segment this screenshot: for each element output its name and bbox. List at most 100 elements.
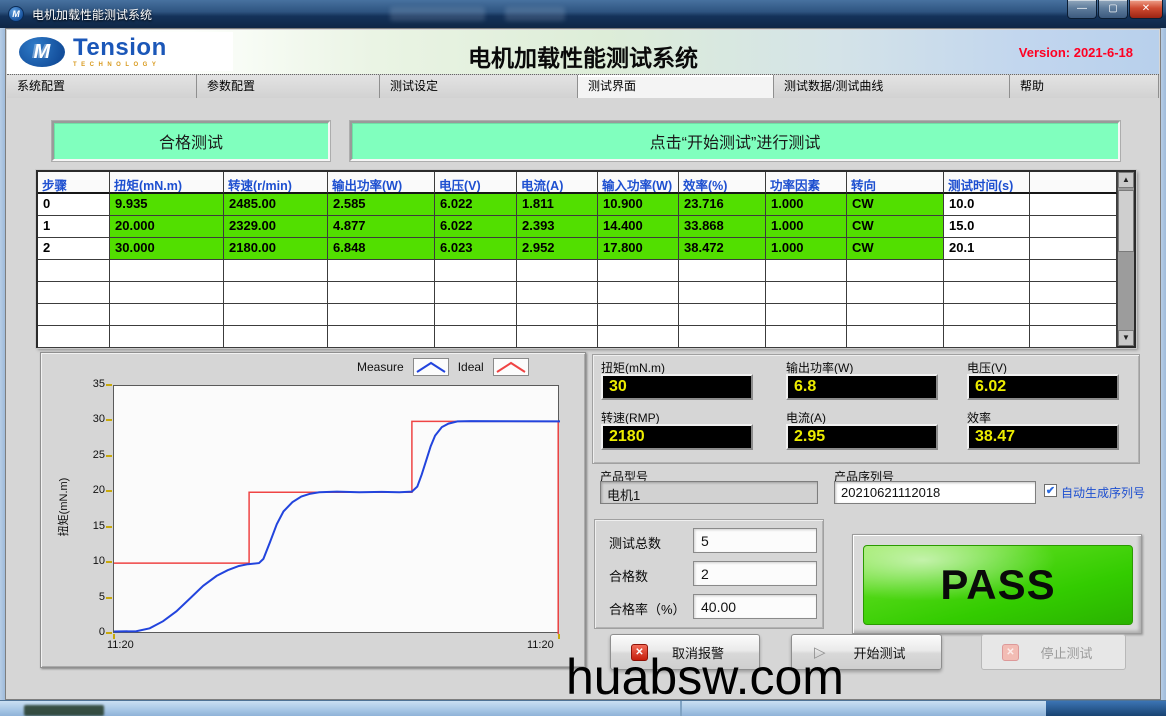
table-cell-empty (110, 326, 224, 348)
table-cell-empty (435, 260, 517, 282)
close-button[interactable]: ✕ (1129, 0, 1163, 19)
serial-field[interactable]: 20210621112018 (834, 481, 1036, 504)
logo-m-icon: M (19, 37, 65, 67)
table-cell-empty (110, 260, 224, 282)
scroll-down-icon[interactable]: ▼ (1118, 330, 1134, 346)
stat-label: 合格率（%） (609, 599, 686, 618)
table-cell-empty (1030, 326, 1117, 348)
table-cell-empty (1030, 260, 1117, 282)
table-cell-empty (766, 260, 847, 282)
title-bar: M 电机加载性能测试系统 — ▢ ✕ (0, 0, 1166, 28)
auto-serial-checkbox[interactable]: ✔ (1044, 484, 1057, 497)
measure-line (114, 421, 560, 631)
table-cell-empty (598, 260, 679, 282)
table-cell: CW (847, 194, 944, 216)
table-cell-empty (328, 260, 435, 282)
table-cell-empty (944, 282, 1030, 304)
pass-indicator-lamp: PASS (863, 545, 1133, 625)
table-cell (1030, 194, 1117, 216)
table-header-cell: 转速(r/min) (224, 172, 328, 194)
minimize-button[interactable]: — (1067, 0, 1097, 19)
table-scrollbar[interactable]: ▲ ▼ (1117, 172, 1134, 346)
scroll-thumb[interactable] (1118, 190, 1134, 252)
readout-lcd: 6.02 (967, 374, 1119, 400)
table-cell: 2.393 (517, 216, 598, 238)
ideal-line (114, 421, 558, 634)
bottom-frame-dark-segment (1046, 701, 1166, 716)
table-header-cell: 效率(%) (679, 172, 766, 194)
y-tick-label: 10 (79, 555, 105, 567)
table-cell-empty (517, 260, 598, 282)
window-frame-right (1161, 28, 1166, 700)
chart-legend: Measure Ideal (357, 358, 529, 376)
table-cell: 6.022 (435, 216, 517, 238)
brand-name: Tension (73, 36, 167, 60)
y-tick-icon (106, 597, 112, 599)
y-tick-label: 5 (79, 591, 105, 603)
legend-measure-label: Measure (357, 360, 404, 374)
tab-test-interface[interactable]: 测试界面 (578, 75, 774, 98)
table-cell-empty (944, 260, 1030, 282)
table-cell: 9.935 (110, 194, 224, 216)
checkmark-icon: ✔ (1046, 485, 1055, 497)
table-cell: 1.000 (766, 216, 847, 238)
tab-system-config[interactable]: 系统配置 (7, 75, 197, 98)
readout-lcd: 6.8 (786, 374, 938, 400)
stat-field: 40.00 (693, 594, 817, 619)
tab-help[interactable]: 帮助 (1010, 75, 1159, 98)
scroll-up-icon[interactable]: ▲ (1118, 172, 1134, 188)
table-cell-empty (944, 326, 1030, 348)
tab-parameter-config[interactable]: 参数配置 (197, 75, 380, 98)
table-cell: CW (847, 216, 944, 238)
table-cell: 23.716 (679, 194, 766, 216)
table-cell: 1.811 (517, 194, 598, 216)
table-cell-empty (517, 326, 598, 348)
watermark: huabsw.com (566, 648, 844, 706)
table-cell: 10.900 (598, 194, 679, 216)
brand-subtitle: TECHNOLOGY (73, 62, 167, 68)
x-tick-label: 11:20 (107, 639, 134, 651)
table-cell-empty (38, 326, 110, 348)
table-header-cell: 测试时间(s) (944, 172, 1030, 194)
tab-test-data-curves[interactable]: 测试数据/测试曲线 (774, 75, 1010, 98)
table-cell-empty (598, 282, 679, 304)
action-button-label: 停止测试 (1014, 643, 1092, 662)
table-cell-empty (328, 304, 435, 326)
table-cell: 6.848 (328, 238, 435, 260)
table-cell-empty (598, 304, 679, 326)
application-window: M 电机加载性能测试系统 — ▢ ✕ M Tension TECHNOLOGY … (0, 0, 1166, 716)
table-header-cell: 输入功率(W) (598, 172, 679, 194)
results-table: 步骤扭矩(mN.m)转速(r/min)输出功率(W)电压(V)电流(A)输入功率… (36, 170, 1136, 348)
product-model-field[interactable]: 电机1 (600, 481, 818, 504)
maximize-button[interactable]: ▢ (1098, 0, 1128, 19)
table-cell-empty (328, 326, 435, 348)
table-cell: 20.1 (944, 238, 1030, 260)
legend-ideal-label: Ideal (458, 360, 484, 374)
pass-indicator: PASS (852, 534, 1142, 634)
table-header-cell: 电压(V) (435, 172, 517, 194)
table-cell-empty (598, 326, 679, 348)
version-text: Version: 2021-6-18 (1019, 45, 1133, 60)
table-cell: 30.000 (110, 238, 224, 260)
table-cell-empty (328, 282, 435, 304)
table-cell: 17.800 (598, 238, 679, 260)
table-cell-empty (679, 260, 766, 282)
stat-label: 测试总数 (609, 533, 661, 552)
version-label: Version: (1019, 45, 1070, 60)
torque-chart-panel: Measure Ideal 扭矩(mN.m) 0510152025303511:… (40, 352, 586, 668)
tab-test-setting[interactable]: 测试设定 (380, 75, 578, 98)
table-cell-empty (435, 326, 517, 348)
table-cell: 6.022 (435, 194, 517, 216)
logo-monogram: M (19, 37, 65, 67)
scroll-track[interactable] (1118, 188, 1134, 330)
qualified-test-banner: 合格测试 (52, 121, 330, 161)
pass-label: PASS (940, 561, 1055, 609)
x-tick-label: 11:20 (527, 639, 554, 651)
table-cell: 1 (38, 216, 110, 238)
brand-logo: M Tension TECHNOLOGY (13, 32, 233, 71)
table-cell: 2 (38, 238, 110, 260)
table-cell-empty (766, 304, 847, 326)
table-header-cell: 扭矩(mN.m) (110, 172, 224, 194)
y-tick-icon (106, 490, 112, 492)
table-cell-empty (110, 282, 224, 304)
